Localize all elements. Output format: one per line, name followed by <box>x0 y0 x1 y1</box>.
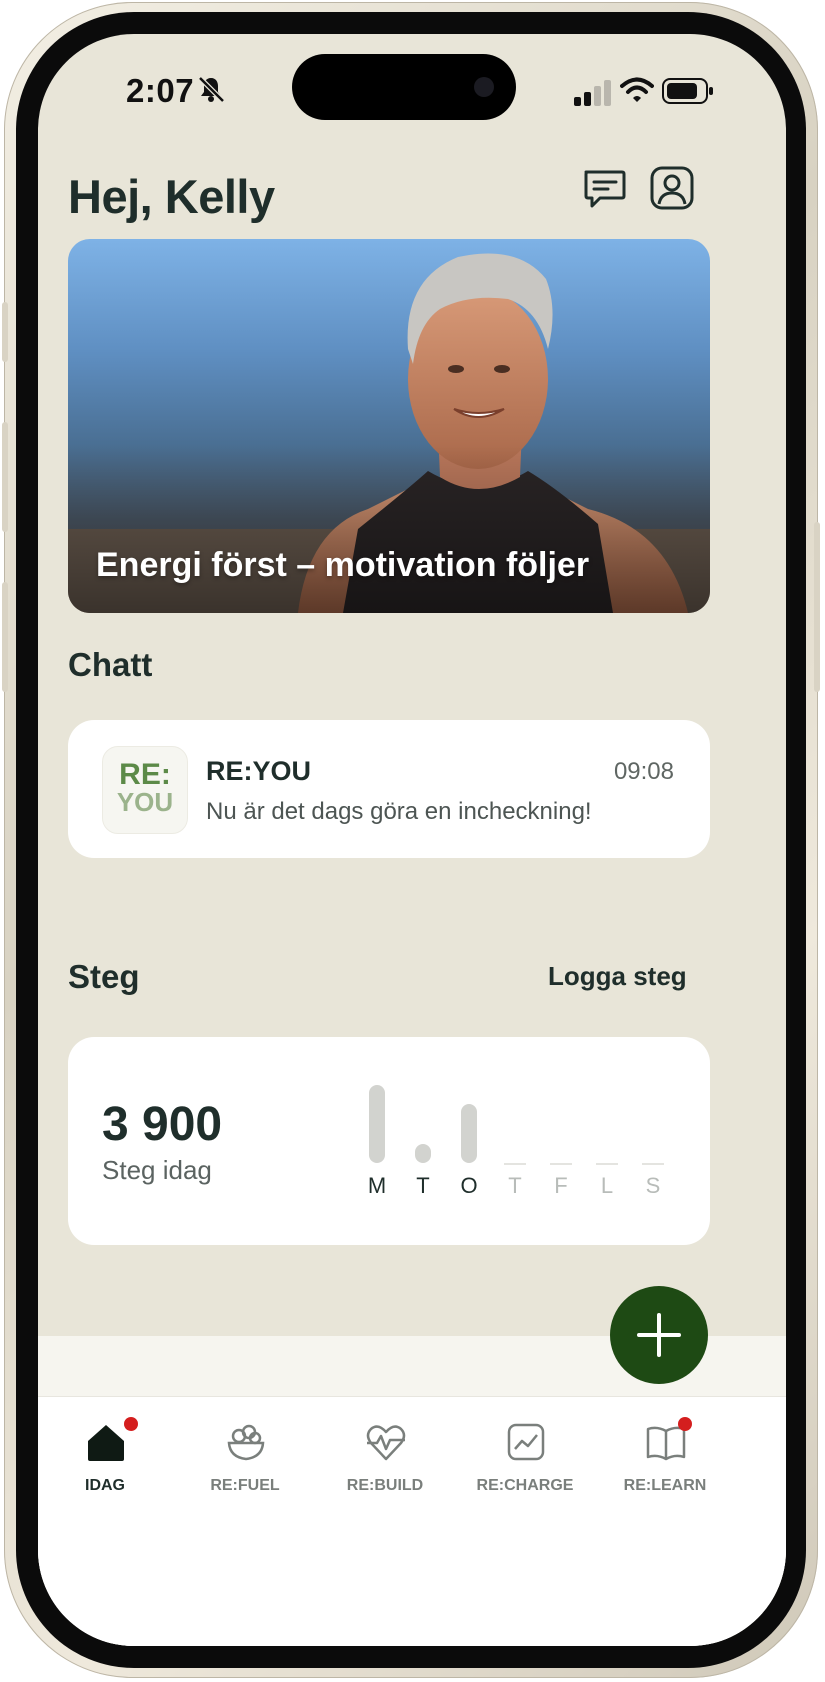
side-button-left-3 <box>2 582 8 692</box>
hero-banner[interactable]: Energi först – motivation följer <box>68 239 710 613</box>
salad-bowl-icon <box>227 1424 265 1461</box>
chart-day-label: S <box>645 1173 661 1198</box>
bell-muted-icon <box>198 76 225 103</box>
app-screen: 2:07 Hej, Kelly Energi först – motivatio… <box>38 34 786 1646</box>
camera-icon <box>474 77 494 97</box>
logo-line-2: YOU <box>116 787 174 817</box>
side-button-left <box>2 302 8 362</box>
chart-bar-empty <box>550 1163 572 1165</box>
chart-bar <box>369 1085 385 1163</box>
chart-day-label: L <box>600 1173 614 1198</box>
chart-day-label: O <box>460 1173 478 1198</box>
steps-label: Steg idag <box>102 1155 212 1185</box>
tab-label: RE:LEARN <box>623 1477 707 1494</box>
chat-icon[interactable] <box>580 164 628 212</box>
signal-icon <box>574 80 611 106</box>
status-time: 2:07 <box>126 72 195 109</box>
dynamic-island <box>292 54 516 120</box>
add-button[interactable] <box>610 1286 708 1384</box>
badge-dot <box>678 1417 692 1431</box>
tab-refuel[interactable]: RE:FUEL <box>180 1421 310 1511</box>
steps-section-title: Steg <box>68 958 140 995</box>
chart-day-column: T <box>500 1077 530 1207</box>
greeting-title: Hej, Kelly <box>68 170 275 223</box>
reyou-logo: RE: YOU <box>102 746 188 834</box>
chart-day-label: T <box>508 1173 522 1198</box>
chart-day-column: L <box>592 1077 622 1207</box>
chart-day-column: F <box>546 1077 576 1207</box>
steps-card[interactable]: 3 900 Steg idag M T O T F L S <box>68 1037 710 1245</box>
tab-label: RE:CHARGE <box>476 1477 574 1494</box>
side-button-left-2 <box>2 422 8 532</box>
chat-section-title: Chatt <box>68 646 153 683</box>
chat-sender: RE:YOU <box>206 756 312 786</box>
tab-label: RE:FUEL <box>210 1477 280 1494</box>
profile-icon[interactable] <box>648 164 696 212</box>
log-steps-link[interactable]: Logga steg <box>548 961 687 992</box>
chart-frame-icon <box>507 1423 545 1461</box>
weekly-steps-chart: MTOTFLS <box>362 1077 674 1207</box>
side-button-right <box>814 522 820 692</box>
chart-bar-empty <box>504 1163 526 1165</box>
heart-pulse-icon <box>366 1425 406 1461</box>
tab-label: RE:BUILD <box>346 1477 424 1494</box>
battery-icon <box>662 78 713 104</box>
tab-relearn[interactable]: RE:LEARN <box>600 1417 730 1511</box>
chart-bar-empty <box>596 1163 618 1165</box>
chat-card[interactable]: RE: YOU RE:YOU 09:08 Nu är det dags göra… <box>68 720 710 858</box>
chat-time: 09:08 <box>613 758 674 785</box>
chart-day-column: O <box>454 1077 484 1207</box>
chart-bar-empty <box>642 1163 664 1165</box>
wifi-icon <box>620 77 654 102</box>
tab-bar: IDAG RE:FUEL RE:BUILD RE:CHARGE RE:LEARN <box>38 1396 786 1646</box>
tab-recharge[interactable]: RE:CHARGE <box>460 1421 590 1511</box>
home-icon <box>88 1425 124 1461</box>
chart-bar <box>461 1104 477 1163</box>
hero-title: Energi först – motivation följer <box>96 546 590 584</box>
chart-bar <box>415 1144 431 1163</box>
chart-day-column: M <box>362 1077 392 1207</box>
plus-icon <box>637 1313 681 1357</box>
chat-message: Nu är det dags göra en incheckning! <box>206 798 592 825</box>
tab-label: IDAG <box>85 1477 125 1494</box>
chart-day-label: F <box>554 1173 568 1198</box>
chart-day-label: M <box>367 1173 387 1198</box>
tab-rebuild[interactable]: RE:BUILD <box>320 1421 450 1511</box>
chart-day-label: T <box>416 1173 430 1198</box>
logo-line-1: RE: <box>119 758 171 791</box>
steps-value: 3 900 <box>102 1098 223 1151</box>
status-bar: 2:07 <box>38 34 786 144</box>
badge-dot <box>124 1417 138 1431</box>
tab-idag[interactable]: IDAG <box>40 1417 170 1511</box>
chart-day-column: S <box>638 1077 668 1207</box>
chart-day-column: T <box>408 1077 438 1207</box>
